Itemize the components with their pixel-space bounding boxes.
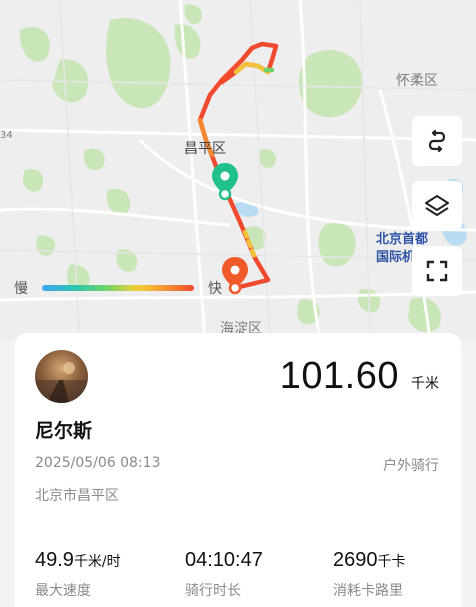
ride-datetime: 2025/05/06 08:13 bbox=[35, 455, 161, 471]
map-layers-button[interactable] bbox=[412, 181, 462, 231]
distance-value: 101.60 bbox=[279, 355, 399, 397]
layers-icon bbox=[425, 195, 449, 216]
ride-summary-card: 101.60 千米 尼尔斯 2025/05/06 08:13 户外骑行 北京市昌… bbox=[15, 333, 461, 607]
stat-calories: 2690千卡 消耗卡路里 bbox=[333, 549, 406, 600]
start-marker-icon[interactable] bbox=[210, 162, 240, 202]
stat-value: 2690千卡 bbox=[333, 549, 406, 571]
stat-label: 消耗卡路里 bbox=[333, 583, 403, 599]
map-label-changping: 昌平区 bbox=[184, 141, 226, 157]
stat-value: 49.9千米/时 bbox=[35, 549, 121, 571]
route-map[interactable]: 怀柔区 昌平区 海淀区 北京首都 国际机 34 慢 快 bbox=[0, 0, 476, 340]
end-marker-icon[interactable] bbox=[220, 256, 250, 296]
speed-legend: 慢 快 bbox=[14, 278, 222, 298]
activity-type: 户外骑行 bbox=[383, 458, 439, 474]
stat-label: 最大速度 bbox=[35, 583, 91, 599]
map-label-airport-line2: 国际机 bbox=[376, 250, 416, 265]
distance-unit: 千米 bbox=[411, 376, 439, 392]
avatar[interactable] bbox=[35, 350, 88, 403]
route-toggle-button[interactable] bbox=[412, 116, 462, 166]
username: 尼尔斯 bbox=[35, 420, 93, 442]
stat-ride-duration: 04:10:47 骑行时长 bbox=[185, 549, 263, 600]
fullscreen-button[interactable] bbox=[412, 246, 462, 296]
route-icon bbox=[428, 129, 446, 153]
stat-max-speed: 49.9千米/时 最大速度 bbox=[35, 549, 121, 600]
ride-location: 北京市昌平区 bbox=[35, 488, 119, 504]
map-label-huairou: 怀柔区 bbox=[396, 73, 438, 89]
speed-legend-fast-label: 快 bbox=[208, 281, 222, 297]
fullscreen-icon bbox=[426, 260, 448, 282]
speed-gradient-bar bbox=[42, 285, 194, 291]
total-distance: 101.60 千米 bbox=[280, 355, 439, 398]
map-label-road-number: 34 bbox=[0, 130, 13, 141]
speed-legend-slow-label: 慢 bbox=[14, 281, 28, 297]
stat-value: 04:10:47 bbox=[185, 549, 263, 571]
stat-label: 骑行时长 bbox=[185, 583, 241, 599]
